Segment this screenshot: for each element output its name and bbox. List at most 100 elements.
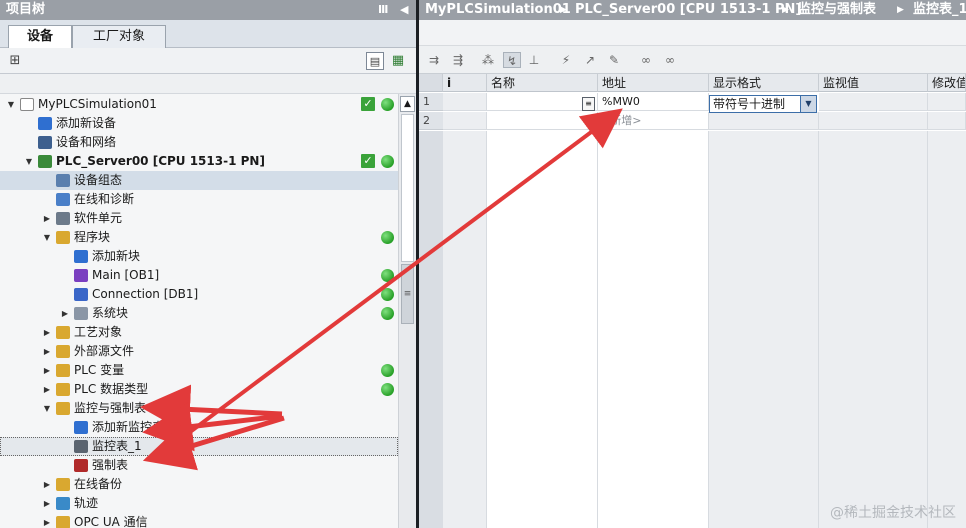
tree-item-project[interactable]: ▼ MyPLCSimulation01 ✓ <box>0 95 398 114</box>
tree-item-label: 程序块 <box>74 230 111 244</box>
folder-icon <box>56 478 70 491</box>
collapsed-chevron-icon[interactable]: ▶ <box>42 323 52 342</box>
column-header-address[interactable]: 地址 <box>598 74 709 92</box>
tree-item-opc-ua[interactable]: ▶ OPC UA 通信 <box>0 513 398 528</box>
tree-item-plc-tags[interactable]: ▶ PLC 变量 <box>0 361 398 380</box>
column-header-modify-value[interactable]: 修改值 <box>928 74 966 92</box>
add-row-icon[interactable]: ⇶ <box>449 52 467 68</box>
collapsed-chevron-icon[interactable]: ▶ <box>42 513 52 528</box>
show-extended-icon[interactable]: ∞ <box>661 52 679 68</box>
view-details-icon[interactable]: ▦ <box>389 52 407 70</box>
view-list-icon[interactable]: ▤ <box>366 52 384 70</box>
empty-column <box>443 131 487 528</box>
table-cell-modify-value[interactable] <box>928 112 966 130</box>
tree-item-add-watch-table[interactable]: 添加新监控表 <box>0 418 398 437</box>
tree-item-label: 监控与强制表 <box>74 401 147 415</box>
table-cell-info[interactable] <box>443 112 487 130</box>
tree-item-watch-table-1[interactable]: 监控表_1 <box>0 437 398 456</box>
tree-item-force-table[interactable]: 强制表 <box>0 456 398 475</box>
tree-scrollbar[interactable]: ▲ ≡ <box>398 94 416 528</box>
collapsed-chevron-icon[interactable]: ▶ <box>42 209 52 228</box>
expanded-chevron-icon[interactable]: ▼ <box>6 95 16 114</box>
tree-item-add-device[interactable]: 添加新设备 <box>0 114 398 133</box>
tree-item-watch-force-tables[interactable]: ▼ 监控与强制表 <box>0 399 398 418</box>
project-tree-title-bar: 项目树 Ⅲ ◀ <box>0 0 416 20</box>
tab-devices[interactable]: 设备 <box>8 25 72 49</box>
table-cell-address[interactable]: %MW0 <box>598 93 709 111</box>
row-number[interactable]: 1 <box>419 93 443 111</box>
tree-item-device-config[interactable]: 设备组态 <box>0 171 398 190</box>
collapsed-chevron-icon[interactable]: ▶ <box>42 475 52 494</box>
tree-item-software-units[interactable]: ▶ 软件单元 <box>0 209 398 228</box>
device-config-icon <box>56 174 70 187</box>
system-block-icon <box>74 307 88 320</box>
add-device-icon <box>38 117 52 130</box>
tree-item-devices-networks[interactable]: 设备和网络 <box>0 133 398 152</box>
table-cell-display-format[interactable] <box>709 112 819 130</box>
tab-plant-objects[interactable]: 工厂对象 <box>72 25 166 48</box>
tree-item-label: 系统块 <box>92 306 129 320</box>
tree-item-label: 在线和诊断 <box>74 192 135 206</box>
scroll-thumb[interactable]: ≡ <box>401 264 414 324</box>
panel-layout-icon[interactable]: Ⅲ <box>378 0 388 20</box>
column-header-name[interactable]: 名称 <box>487 74 598 92</box>
row-number[interactable]: 2 <box>419 112 443 130</box>
collapse-panel-icon[interactable]: ◀ <box>400 0 408 20</box>
collapsed-chevron-icon[interactable]: ▶ <box>42 361 52 380</box>
breadcrumb-separator-icon: ▶ <box>782 5 789 15</box>
table-cell-modify-value[interactable] <box>928 93 966 111</box>
collapsed-chevron-icon[interactable]: ▶ <box>42 494 52 513</box>
show-all-columns-icon[interactable]: ∞ <box>637 52 655 68</box>
collapsed-chevron-icon[interactable]: ▶ <box>42 342 52 361</box>
enable-peripheral-icon[interactable]: ✎ <box>605 52 623 68</box>
tag-list-icon[interactable]: ≡ <box>582 97 595 111</box>
scroll-up-icon[interactable]: ▲ <box>400 96 415 112</box>
breadcrumb-project[interactable]: MyPLCSimulation01 <box>425 0 571 20</box>
tree-item-label: 在线备份 <box>74 477 123 491</box>
column-header-info[interactable]: i <box>443 74 487 92</box>
tree-item-tech-objects[interactable]: ▶ 工艺对象 <box>0 323 398 342</box>
tree-item-label: 强制表 <box>92 458 129 472</box>
modify-trigger-icon[interactable]: ↗ <box>581 52 599 68</box>
tree-item-plc-server[interactable]: ▼ PLC_Server00 [CPU 1513-1 PN] ✓ <box>0 152 398 171</box>
scroll-track[interactable] <box>401 114 414 262</box>
expanded-chevron-icon[interactable]: ▼ <box>42 228 52 247</box>
display-format-select[interactable]: 带符号十进制 ▼ <box>709 95 817 113</box>
expanded-chevron-icon[interactable]: ▼ <box>24 152 34 171</box>
column-header-monitor-value[interactable]: 监视值 <box>819 74 928 92</box>
tree-item-main-ob1[interactable]: Main [OB1] <box>0 266 398 285</box>
tree-item-connection-db1[interactable]: Connection [DB1] <box>0 285 398 304</box>
insert-row-icon[interactable]: ⇉ <box>425 52 443 68</box>
modify-icon[interactable]: ⁂ <box>479 52 497 68</box>
monitor-once-icon[interactable]: ⊥ <box>525 52 543 68</box>
table-cell-address-add-new[interactable]: <新增> <box>598 112 709 130</box>
tree-item-add-block[interactable]: 添加新块 <box>0 247 398 266</box>
tree-item-plc-datatypes[interactable]: ▶ PLC 数据类型 <box>0 380 398 399</box>
tree-item-traces[interactable]: ▶ 轨迹 <box>0 494 398 513</box>
table-cell-info[interactable] <box>443 93 487 111</box>
table-cell-name[interactable] <box>487 112 598 130</box>
project-tree-title: 项目树 <box>6 2 46 17</box>
expanded-chevron-icon[interactable]: ▼ <box>42 399 52 418</box>
tree-item-online-backup[interactable]: ▶ 在线备份 <box>0 475 398 494</box>
monitor-all-icon[interactable]: ↯ <box>503 52 521 68</box>
tree-item-label: PLC 数据类型 <box>74 382 149 396</box>
editor-header-band <box>419 20 966 46</box>
plc-icon <box>38 155 52 168</box>
chevron-down-icon[interactable]: ▼ <box>800 96 816 112</box>
force-table-icon <box>74 459 88 472</box>
collapsed-chevron-icon[interactable]: ▶ <box>42 380 52 399</box>
watch-table-grid: i 名称 地址 显示格式 监视值 修改值 1 %MW0 2 <新增> <box>419 74 966 528</box>
breadcrumb-watch-table[interactable]: 监控表_1 <box>913 0 966 20</box>
online-status-icon <box>381 364 394 377</box>
modify-now-icon[interactable]: ⚡ <box>557 52 575 68</box>
new-item-icon[interactable]: ⊞ <box>6 52 24 70</box>
breadcrumb-plc[interactable]: PLC_Server00 [CPU 1513-1 PN] <box>575 0 801 20</box>
breadcrumb-watch-folder[interactable]: 监控与强制表 <box>798 0 876 20</box>
tree-item-external-sources[interactable]: ▶ 外部源文件 <box>0 342 398 361</box>
tree-item-system-blocks[interactable]: ▶ 系统块 <box>0 304 398 323</box>
collapsed-chevron-icon[interactable]: ▶ <box>60 304 70 323</box>
column-header-display-format[interactable]: 显示格式 <box>709 74 819 92</box>
tree-item-online-diag[interactable]: 在线和诊断 <box>0 190 398 209</box>
tree-item-program-blocks[interactable]: ▼ 程序块 <box>0 228 398 247</box>
